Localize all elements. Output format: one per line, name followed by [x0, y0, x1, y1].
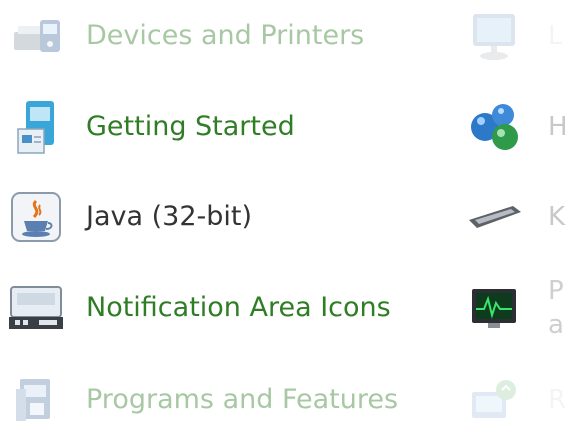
control-panel-items: Devices and Printers Getting Started Jav… — [0, 0, 571, 426]
control-panel-item-devices-printers[interactable]: Devices and Printers — [6, 8, 364, 64]
control-panel-item-label: Getting Started — [86, 111, 295, 142]
programs-features-icon — [6, 372, 66, 426]
control-panel-item-label: H — [548, 112, 568, 142]
notification-area-icon — [6, 280, 66, 336]
control-panel-item-label: Programs and Features — [86, 384, 399, 415]
devices-printers-icon — [6, 8, 66, 64]
control-panel-item-label: K — [548, 202, 566, 232]
control-panel-item-label: Notification Area Icons — [86, 292, 391, 323]
control-panel-item-label: P a — [548, 274, 564, 342]
control-panel-item-notification-area-icons[interactable]: Notification Area Icons — [6, 280, 391, 336]
control-panel-item-label: Devices and Printers — [86, 20, 365, 51]
label-line-2: a — [548, 310, 564, 340]
control-panel-item-performance[interactable]: P a — [464, 276, 564, 340]
control-panel-item-java[interactable]: Java (32-bit) — [6, 189, 252, 245]
homegroup-icon — [464, 99, 524, 155]
getting-started-icon — [6, 99, 66, 155]
control-panel-item-programs-features[interactable]: Programs and Features — [6, 372, 398, 426]
recovery-icon — [464, 372, 524, 426]
control-panel-item-recovery[interactable]: R — [464, 372, 566, 426]
display-icon — [464, 8, 524, 64]
control-panel-item-label: L — [548, 21, 563, 51]
control-panel-item-display[interactable]: L — [464, 8, 563, 64]
keyboard-icon — [464, 189, 524, 245]
control-panel-item-label: R — [548, 385, 567, 415]
control-panel-item-homegroup[interactable]: H — [464, 99, 568, 155]
performance-icon — [464, 280, 524, 336]
control-panel-item-getting-started[interactable]: Getting Started — [6, 99, 295, 155]
java-icon — [6, 189, 66, 245]
label-line-1: P — [548, 276, 564, 306]
control-panel-item-label: Java (32-bit) — [86, 201, 253, 232]
control-panel-item-keyboard[interactable]: K — [464, 189, 565, 245]
